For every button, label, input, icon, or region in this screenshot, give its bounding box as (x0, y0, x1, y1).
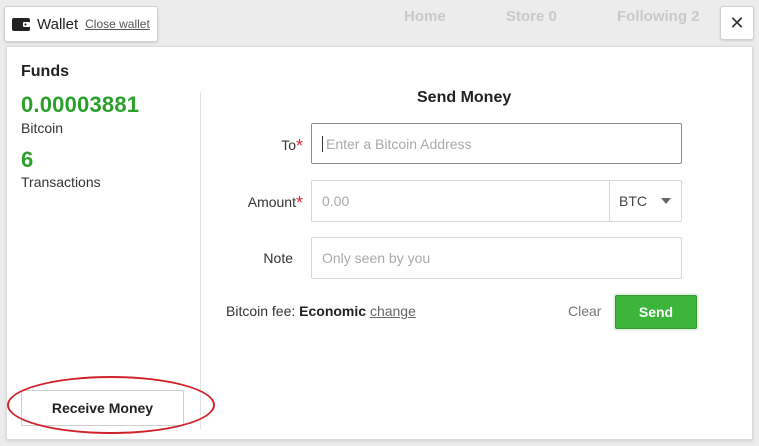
amount-label: Amount* (247, 193, 303, 213)
clear-button[interactable]: Clear (568, 303, 601, 319)
send-money-title: Send Money (417, 89, 512, 106)
fee-change-link[interactable]: change (370, 303, 416, 319)
transactions-label: Transactions (21, 174, 101, 190)
close-icon: ✕ (729, 12, 745, 33)
currency-select[interactable]: BTC (609, 181, 681, 221)
send-button[interactable]: Send (615, 295, 697, 329)
to-label: To* (281, 136, 303, 156)
note-label: Note (263, 250, 293, 266)
highlight-ellipse (7, 376, 215, 434)
chevron-down-icon (661, 198, 671, 204)
to-address-input[interactable]: Enter a Bitcoin Address (311, 123, 682, 164)
to-address-placeholder: Enter a Bitcoin Address (326, 135, 472, 152)
fee-level: Economic (299, 303, 367, 319)
note-input[interactable]: Only seen by you (311, 237, 682, 279)
wallet-title: Wallet (37, 15, 79, 33)
nav-store: Store 0 (506, 8, 557, 25)
close-wallet-link[interactable]: Close wallet (85, 17, 150, 31)
fee-prefix: Bitcoin fee: (226, 303, 296, 319)
wallet-tab: Wallet Close wallet (4, 6, 158, 42)
required-mark: * (295, 193, 303, 213)
transactions-count: 6 (21, 147, 34, 172)
column-divider (200, 92, 201, 429)
note-placeholder: Only seen by you (322, 250, 431, 266)
balance-unit: Bitcoin (21, 120, 64, 136)
bitcoin-fee: Bitcoin fee: Economic change (226, 303, 416, 319)
balance-value: 0.00003881 (21, 92, 140, 117)
funds-title: Funds (21, 63, 69, 80)
wallet-icon (12, 17, 30, 31)
nav-home: Home (404, 8, 446, 25)
text-caret (322, 135, 323, 152)
close-button[interactable]: ✕ (720, 6, 754, 40)
required-mark: * (295, 136, 303, 156)
nav-following: Following 2 (617, 8, 700, 25)
amount-placeholder: 0.00 (322, 193, 350, 209)
currency-value: BTC (619, 193, 647, 209)
